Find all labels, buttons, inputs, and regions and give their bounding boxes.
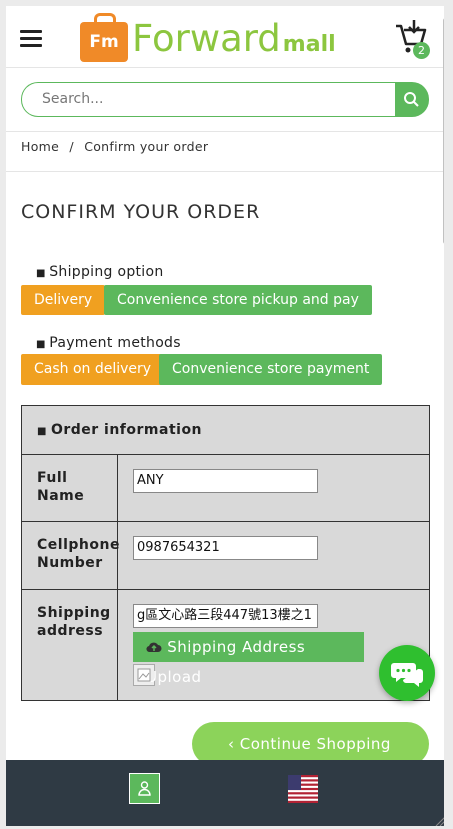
table-row: Shipping address g區文心路三段447號13樓之1 Shippin… xyxy=(22,590,429,700)
search-placeholder: Search... xyxy=(42,91,104,107)
breadcrumb-current: Confirm your order xyxy=(84,139,209,154)
scrollbar[interactable] xyxy=(443,18,444,244)
payment-methods-text: Payment methods xyxy=(49,335,181,351)
cellphone-cell: 0987654321 xyxy=(118,522,429,589)
page-title: CONFIRM YOUR ORDER xyxy=(21,201,261,223)
full-name-label-line1: Full xyxy=(37,470,68,486)
breadcrumb-home[interactable]: Home xyxy=(21,139,59,154)
cart-count-badge: 2 xyxy=(413,42,430,59)
chat-button[interactable] xyxy=(379,645,435,701)
delivery-button[interactable]: Delivery xyxy=(21,285,106,315)
payment-methods-label: ■ Payment methods xyxy=(36,335,181,351)
square-bullet-icon: ■ xyxy=(37,426,51,437)
cart-icon[interactable]: 2 xyxy=(394,18,430,59)
cellphone-label-line2: Number xyxy=(37,555,103,571)
order-info-heading-text: Order information xyxy=(50,422,203,438)
logo[interactable]: Fm Forward mall xyxy=(80,13,336,62)
search-input[interactable]: Search... xyxy=(21,82,396,117)
breadcrumb: Home / Confirm your order xyxy=(21,139,208,154)
shipping-option-label: ■ Shipping option xyxy=(36,264,164,280)
hamburger-icon[interactable] xyxy=(20,30,42,48)
logo-name-sub: mall xyxy=(282,31,336,57)
cellphone-label: Cellphone Number xyxy=(22,522,120,589)
upload-button-label: Shipping Address Upload xyxy=(146,638,306,686)
cellphone-label-line1: Cellphone xyxy=(37,537,120,553)
shipping-address-field[interactable]: g區文心路三段447號13樓之1 xyxy=(133,604,318,628)
full-name-cell: ANY xyxy=(118,455,429,521)
search-button[interactable] xyxy=(395,82,429,117)
search-bar: Search... xyxy=(6,67,444,132)
full-name-label: Full Name xyxy=(22,455,118,521)
cellphone-field[interactable]: 0987654321 xyxy=(133,536,318,560)
search-icon xyxy=(404,92,419,107)
header: Fm Forward mall 2 xyxy=(6,6,444,68)
cloud-upload-icon xyxy=(146,642,162,653)
store-pickup-button[interactable]: Convenience store pickup and pay xyxy=(104,285,372,315)
breadcrumb-separator: / xyxy=(69,139,74,154)
full-name-label-line2: Name xyxy=(37,488,85,504)
order-info-heading: ■ Order information xyxy=(22,406,429,455)
user-icon xyxy=(138,781,151,796)
shipping-address-label: Shipping address xyxy=(22,590,118,700)
order-info-table: ■ Order information Full Name ANY Cellpho… xyxy=(21,405,430,701)
square-bullet-icon: ■ xyxy=(36,339,50,350)
store-payment-button[interactable]: Convenience store payment xyxy=(159,354,383,385)
table-row: Cellphone Number 0987654321 xyxy=(22,522,429,590)
shipping-address-label-line1: Shipping xyxy=(37,605,111,621)
full-name-field[interactable]: ANY xyxy=(133,469,318,493)
table-row: Full Name ANY xyxy=(22,455,429,522)
logo-mark: Fm xyxy=(89,32,119,52)
shipping-address-label-line2: address xyxy=(37,623,104,639)
chat-icon xyxy=(391,663,423,687)
square-bullet-icon: ■ xyxy=(36,268,50,279)
footer-bar xyxy=(6,760,444,826)
logo-bag-icon: Fm xyxy=(80,13,128,62)
shipping-option-text: Shipping option xyxy=(49,264,164,280)
divider xyxy=(6,171,444,172)
shipping-address-upload-button[interactable]: Shipping Address Upload xyxy=(133,632,364,686)
logo-name-main: Forward xyxy=(132,16,281,60)
image-placeholder-icon xyxy=(133,664,155,686)
us-flag-icon[interactable] xyxy=(288,775,318,803)
resize-handle-icon[interactable] xyxy=(434,812,444,826)
logo-wordmark: Forward mall xyxy=(132,17,336,60)
account-button[interactable] xyxy=(129,773,160,804)
cash-on-delivery-button[interactable]: Cash on delivery xyxy=(21,354,165,385)
page-frame: Fm Forward mall 2 Search... Home / Confi… xyxy=(6,6,444,826)
